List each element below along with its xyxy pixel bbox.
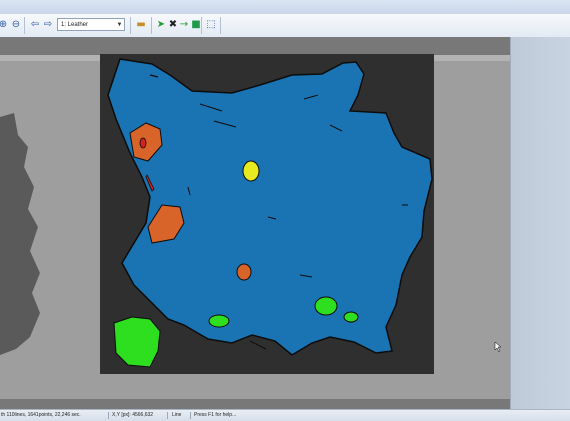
status-divider <box>190 412 191 419</box>
zoom-out-icon[interactable]: ⊖ <box>9 18 23 32</box>
layer-select[interactable]: 1: Leather ▼ <box>57 18 125 31</box>
status-help: Press F1 for help... <box>194 412 237 418</box>
defect-green-4 <box>343 311 359 323</box>
toolbar-separator <box>220 17 221 34</box>
toolbar-separator <box>151 17 152 34</box>
status-coordinates: X,Y [px]: 4566,632 <box>112 412 154 418</box>
toolbar-separator <box>130 17 131 34</box>
folder-icon[interactable]: ▬ <box>134 18 148 32</box>
defect-yellow-1 <box>242 160 260 182</box>
arrow-left-icon[interactable]: ⇦ <box>28 18 42 32</box>
defect-green-3 <box>314 296 338 316</box>
work-canvas[interactable] <box>0 37 510 409</box>
status-bar: th 110lines, 1641points, 22,246 sec. X,Y… <box>0 409 570 421</box>
toolbar-separator <box>201 17 202 34</box>
defect-orange-3 <box>236 263 252 281</box>
rectangle-select-icon[interactable]: ⬚ <box>204 18 218 32</box>
status-divider <box>167 412 168 419</box>
layer-select-value: 1: Leather <box>61 22 89 28</box>
toolbar-separator <box>24 17 25 34</box>
arrow-right-icon[interactable]: ⇨ <box>41 18 55 32</box>
defect-red-1 <box>139 137 147 149</box>
status-mode: Line <box>172 412 182 418</box>
defect-green-2 <box>208 314 230 328</box>
chevron-down-icon[interactable]: ▼ <box>115 19 124 30</box>
status-divider <box>108 412 109 419</box>
canvas-drawing <box>0 54 510 399</box>
right-panel <box>510 37 570 409</box>
title-bar <box>0 0 570 14</box>
status-line-count: th 110lines, 1641points, 22,246 sec. <box>1 412 81 418</box>
toolbar: ⊕ ⊖ ⇦ ⇨ 1: Leather ▼ ▬ ➤ ✖ → ■ ⬚ <box>0 14 570 38</box>
